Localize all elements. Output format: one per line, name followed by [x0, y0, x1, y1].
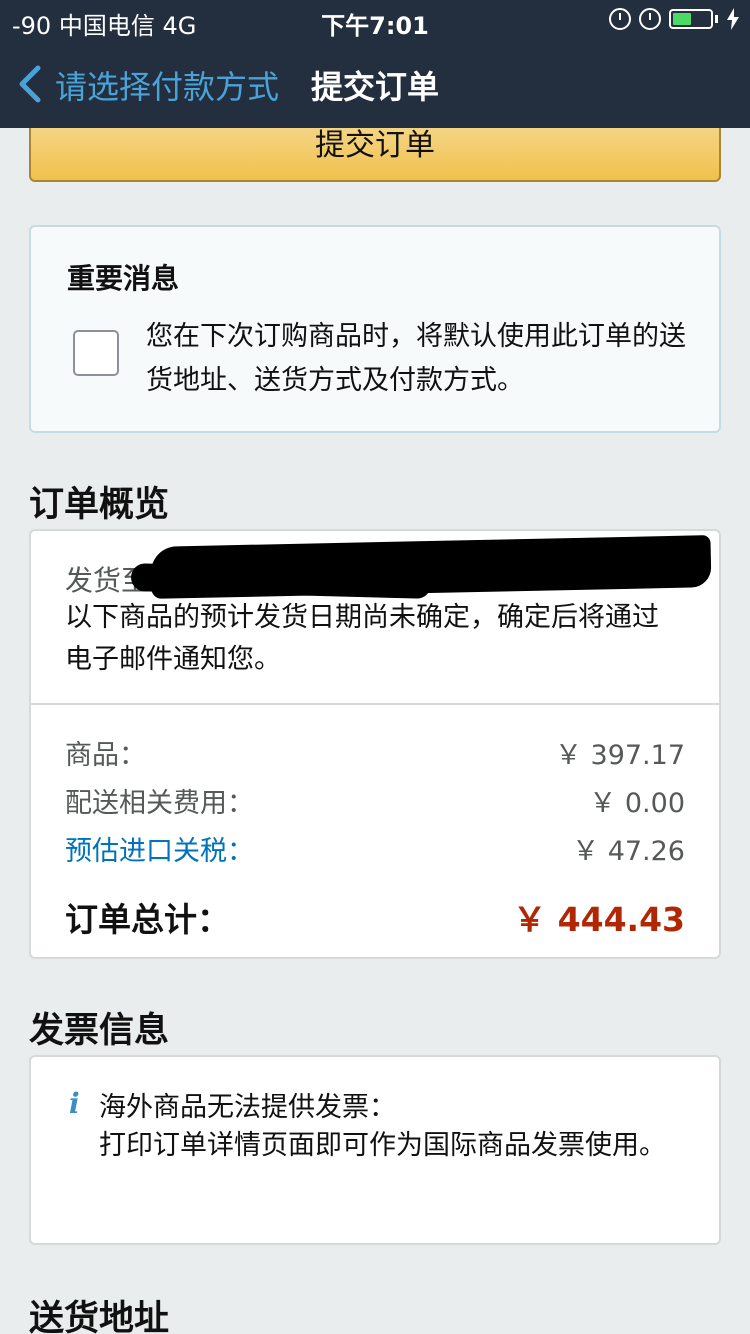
delivery-estimate-text: 以下商品的预计发货日期尚未确定，确定后将通过电子邮件通知您。 — [65, 602, 659, 675]
shipping-address-heading: 送货地址 — [29, 1299, 170, 1334]
status-icons — [609, 8, 740, 30]
invoice-text: 打印订单详情页面即可作为国际商品发票使用。 — [99, 1130, 666, 1161]
order-total-row: 订单总计： ￥ 444.43 — [65, 893, 685, 941]
invoice-heading: 发票信息 — [29, 1011, 170, 1051]
alarm-icon — [639, 8, 661, 30]
info-icon: i — [69, 1087, 80, 1120]
order-total-value: ￥ 444.43 — [513, 900, 685, 939]
page-title: 提交订单 — [311, 68, 440, 106]
shipping-fee-value: ￥ 0.00 — [589, 788, 685, 819]
notice-text: 您在下次订购商品时，将默认使用此订单的送货地址、送货方式及付款方式。 — [146, 321, 686, 396]
order-overview-card: 发货至 以下商品的预计发货日期尚未确定，确定后将通过电子邮件通知您。 商品： ￥… — [29, 529, 721, 959]
import-duty-link[interactable]: 预估进口关税： — [65, 836, 254, 867]
back-button[interactable]: 请选择付款方式 — [55, 62, 279, 108]
redaction-mark — [150, 535, 712, 599]
nav-bar: 请选择付款方式 提交订单 — [0, 40, 750, 128]
order-overview-heading: 订单概览 — [29, 485, 170, 525]
shipping-fee-row: 配送相关费用： ￥ 0.00 — [65, 781, 685, 820]
chevron-left-icon[interactable] — [14, 64, 54, 104]
battery-tip — [715, 15, 718, 23]
status-bar: -90 中国电信 4G 下午7:01 — [0, 0, 750, 40]
shipping-fee-label: 配送相关费用： — [65, 788, 254, 819]
notice-title: 重要消息 — [67, 262, 180, 295]
invoice-card: i 海外商品无法提供发票： 打印订单详情页面即可作为国际商品发票使用。 — [29, 1055, 721, 1245]
order-total-label: 订单总计： — [65, 900, 230, 939]
items-label: 商品： — [65, 740, 146, 771]
import-duty-value: ￥ 47.26 — [572, 836, 685, 867]
items-row: 商品： ￥ 397.17 — [65, 733, 685, 772]
import-duty-row: 预估进口关税： ￥ 47.26 — [65, 829, 685, 868]
divider — [31, 703, 719, 705]
important-notice: 重要消息 您在下次订购商品时，将默认使用此订单的送货地址、送货方式及付款方式。 — [29, 225, 721, 433]
charging-icon — [727, 8, 739, 30]
rotation-lock-icon — [609, 8, 631, 30]
battery-icon — [669, 9, 713, 29]
invoice-title: 海外商品无法提供发票： — [99, 1092, 396, 1123]
items-value: ￥ 397.17 — [554, 740, 685, 771]
default-settings-checkbox[interactable] — [73, 330, 119, 376]
